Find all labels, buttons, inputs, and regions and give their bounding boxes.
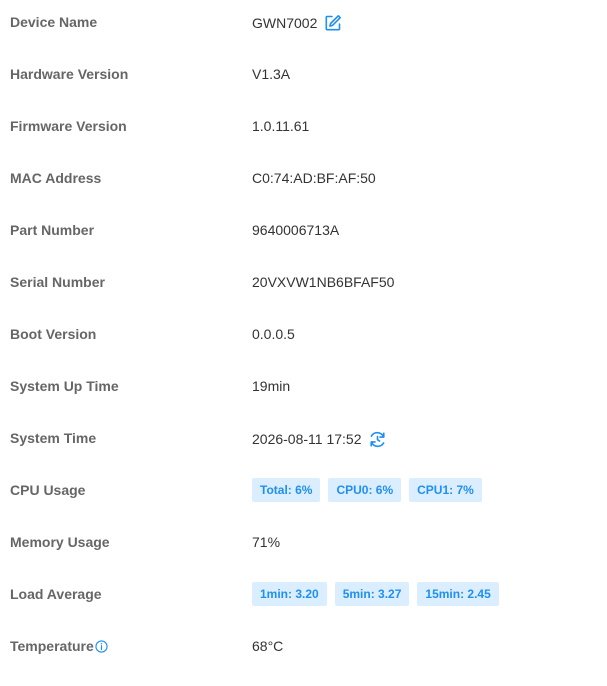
hardware-version-value: V1.3A — [252, 66, 291, 82]
part-number-value: 9640006713A — [252, 222, 340, 238]
system-up-time-value: 19min — [252, 378, 291, 394]
temperature-value: 68°C — [252, 638, 284, 654]
system-up-time-label: System Up Time — [10, 378, 119, 394]
boot-version-label: Boot Version — [10, 326, 97, 342]
device-info-list: Device Name GWN7002 Hardware Version V1.… — [0, 0, 607, 676]
row-firmware-version: Firmware Version 1.0.11.61 — [0, 104, 607, 156]
load-1min-tag: 1min: 3.20 — [252, 582, 327, 606]
row-mac-address: MAC Address C0:74:AD:BF:AF:50 — [0, 156, 607, 208]
row-system-time: System Time 2026-08-11 17:52 — [0, 416, 607, 468]
firmware-version-value: 1.0.11.61 — [252, 118, 310, 134]
row-cpu-usage: CPU Usage Total: 6% CPU0: 6% CPU1: 7% — [0, 468, 607, 520]
hardware-version-label: Hardware Version — [10, 66, 129, 82]
serial-number-label: Serial Number — [10, 274, 105, 290]
row-boot-version: Boot Version 0.0.0.5 — [0, 312, 607, 364]
row-memory-usage: Memory Usage 71% — [0, 520, 607, 572]
cpu-usage-tags: Total: 6% CPU0: 6% CPU1: 7% — [252, 478, 482, 502]
temperature-label: Temperature — [10, 638, 94, 654]
info-icon[interactable] — [95, 639, 108, 653]
memory-usage-value: 71% — [252, 534, 281, 550]
part-number-label: Part Number — [10, 222, 95, 238]
device-name-label: Device Name — [10, 14, 98, 30]
row-serial-number: Serial Number 20VXVW1NB6BFAF50 — [0, 260, 607, 312]
system-time-value: 2026-08-11 17:52 — [252, 431, 362, 447]
mac-address-label: MAC Address — [10, 170, 102, 186]
system-time-label: System Time — [10, 430, 97, 446]
load-average-tags: 1min: 3.20 5min: 3.27 15min: 2.45 — [252, 582, 499, 606]
memory-usage-label: Memory Usage — [10, 534, 110, 550]
temperature-label-group: Temperature — [10, 637, 108, 655]
firmware-version-label: Firmware Version — [10, 118, 127, 134]
mac-address-value: C0:74:AD:BF:AF:50 — [252, 170, 376, 186]
row-temperature: Temperature 68°C — [0, 624, 607, 676]
cpu-usage-label: CPU Usage — [10, 482, 86, 498]
device-name-value: GWN7002 — [252, 15, 318, 31]
refresh-icon[interactable] — [368, 429, 388, 449]
serial-number-value: 20VXVW1NB6BFAF50 — [252, 274, 395, 290]
system-time-value-group: 2026-08-11 17:52 — [252, 429, 388, 449]
row-load-average: Load Average 1min: 3.20 5min: 3.27 15min… — [0, 572, 607, 624]
load-5min-tag: 5min: 3.27 — [334, 582, 410, 606]
row-device-name: Device Name GWN7002 — [0, 0, 607, 52]
boot-version-value: 0.0.0.5 — [252, 326, 295, 342]
row-hardware-version: Hardware Version V1.3A — [0, 52, 607, 104]
device-name-value-group: GWN7002 — [252, 13, 343, 33]
edit-icon[interactable] — [323, 13, 343, 33]
load-15min-tag: 15min: 2.45 — [417, 582, 499, 606]
cpu1-tag: CPU1: 7% — [409, 478, 482, 502]
cpu-total-tag: Total: 6% — [252, 478, 321, 502]
load-average-label: Load Average — [10, 586, 102, 602]
row-part-number: Part Number 9640006713A — [0, 208, 607, 260]
cpu0-tag: CPU0: 6% — [328, 478, 402, 502]
row-system-up-time: System Up Time 19min — [0, 364, 607, 416]
